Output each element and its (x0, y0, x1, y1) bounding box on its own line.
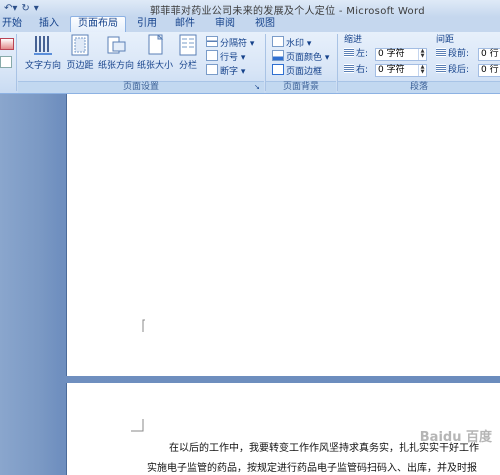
indent-right-icon (344, 64, 354, 73)
document-workspace[interactable]: 在以后的工作中，我要转变工作作风坚持求真务实，扎扎实实干好工作 实施电子监管的药… (0, 94, 500, 475)
baidu-watermark: Baidu 百度 (419, 430, 492, 445)
spacing-after-icon (436, 64, 446, 73)
indent-left-row: 左: (344, 48, 368, 60)
text-direction-label: 文字方向 (24, 61, 61, 71)
spacing-after-row: 段后: (436, 64, 469, 76)
watermark-button[interactable]: 水印 ▾ (272, 36, 311, 49)
size-button[interactable]: 纸张大小 (136, 34, 174, 78)
page-background-group-label: 页面背景 (266, 81, 336, 93)
line-numbers-button[interactable]: 行号 ▾ (206, 50, 245, 63)
columns-button[interactable]: 分栏 (176, 34, 200, 78)
document-page[interactable] (67, 94, 500, 376)
tab-home[interactable]: 开始 (0, 17, 24, 31)
margins-icon (70, 34, 90, 56)
page-setup-group-label: 页面设置 (18, 81, 264, 93)
spacing-heading: 间距 (436, 35, 455, 45)
tab-mailings[interactable]: 邮件 (170, 17, 200, 31)
page-color-icon (272, 50, 284, 61)
spacing-after-input[interactable]: 0 行 (478, 64, 500, 77)
hyphenation-button[interactable]: 断字 ▾ (206, 64, 245, 77)
page-borders-icon (272, 64, 284, 75)
columns-label: 分栏 (178, 61, 197, 71)
quick-access-toolbar: ↶▾ ↻ ▾ (0, 1, 39, 16)
undo-icon[interactable]: ↶▾ (4, 3, 17, 14)
size-icon (145, 34, 165, 56)
size-label: 纸张大小 (136, 61, 173, 71)
window-title: 郭菲菲对药业公司未来的发展及个人定位 - Microsoft Word (150, 6, 425, 17)
crop-mark-icon (142, 319, 145, 332)
customize-qat-icon[interactable]: ▾ (34, 3, 39, 14)
page-setup-launcher-icon[interactable]: ↘ (254, 81, 260, 93)
crop-mark-icon (131, 419, 144, 432)
text-direction-button[interactable]: 文字方向 (22, 34, 64, 78)
line-numbers-icon (206, 50, 218, 61)
text-direction-icon (33, 34, 53, 56)
cut-off-dropdown-icon[interactable] (0, 56, 12, 68)
columns-icon (178, 34, 198, 56)
indent-heading: 缩进 (344, 35, 363, 45)
paragraph-group-label: 段落 (338, 81, 500, 93)
document-page[interactable]: 在以后的工作中，我要转变工作作风坚持求真务实，扎扎实实干好工作 实施电子监管的药… (67, 383, 500, 475)
spacing-before-icon (436, 48, 446, 57)
body-text-line[interactable]: 实施电子监管的药品，按规定进行药品电子监管码扫码入、出库，并及时报 (147, 459, 477, 474)
indent-right-input[interactable]: 0 字符 ▲ ▼ (375, 64, 427, 77)
redo-icon[interactable]: ↻ (21, 3, 29, 14)
breaks-icon (206, 36, 218, 47)
indent-left-icon (344, 48, 354, 57)
spacing-before-row: 段前: (436, 48, 469, 60)
margins-button[interactable]: 页边距 (64, 34, 96, 78)
separator (16, 34, 17, 91)
tab-insert[interactable]: 插入 (34, 17, 64, 31)
tab-review[interactable]: 审阅 (210, 17, 240, 31)
margins-label: 页边距 (66, 61, 94, 71)
indent-left-input[interactable]: 0 字符 ▲ ▼ (375, 48, 427, 61)
breaks-button[interactable]: 分隔符 ▾ (206, 36, 254, 49)
watermark-icon (272, 36, 284, 47)
orientation-label: 纸张方向 (97, 61, 134, 71)
tab-page-layout[interactable]: 页面布局 (70, 16, 126, 32)
ribbon: 文字方向 页边距 纸张方向 纸张大小 分栏 分隔符 ▾ 行号 ▾ 断字 ▾ 页面… (0, 32, 500, 94)
spin-arrows-icon[interactable]: ▲ ▼ (418, 65, 426, 76)
page-borders-button[interactable]: 页面边框 (272, 64, 322, 77)
indent-right-row: 右: (344, 64, 368, 76)
orientation-button[interactable]: 纸张方向 (96, 34, 136, 78)
hyphenation-icon (206, 64, 218, 75)
page-color-button[interactable]: 页面颜色 ▾ (272, 50, 329, 63)
tab-references[interactable]: 引用 (132, 17, 162, 31)
tab-view[interactable]: 视图 (250, 17, 280, 31)
spin-arrows-icon[interactable]: ▲ ▼ (418, 49, 426, 60)
spacing-before-input[interactable]: 0 行 (478, 48, 500, 61)
orientation-icon (106, 34, 126, 56)
ribbon-tabs: 开始 插入 页面布局 引用 邮件 审阅 视图 (0, 16, 500, 33)
cut-off-format-icon[interactable] (0, 38, 14, 50)
